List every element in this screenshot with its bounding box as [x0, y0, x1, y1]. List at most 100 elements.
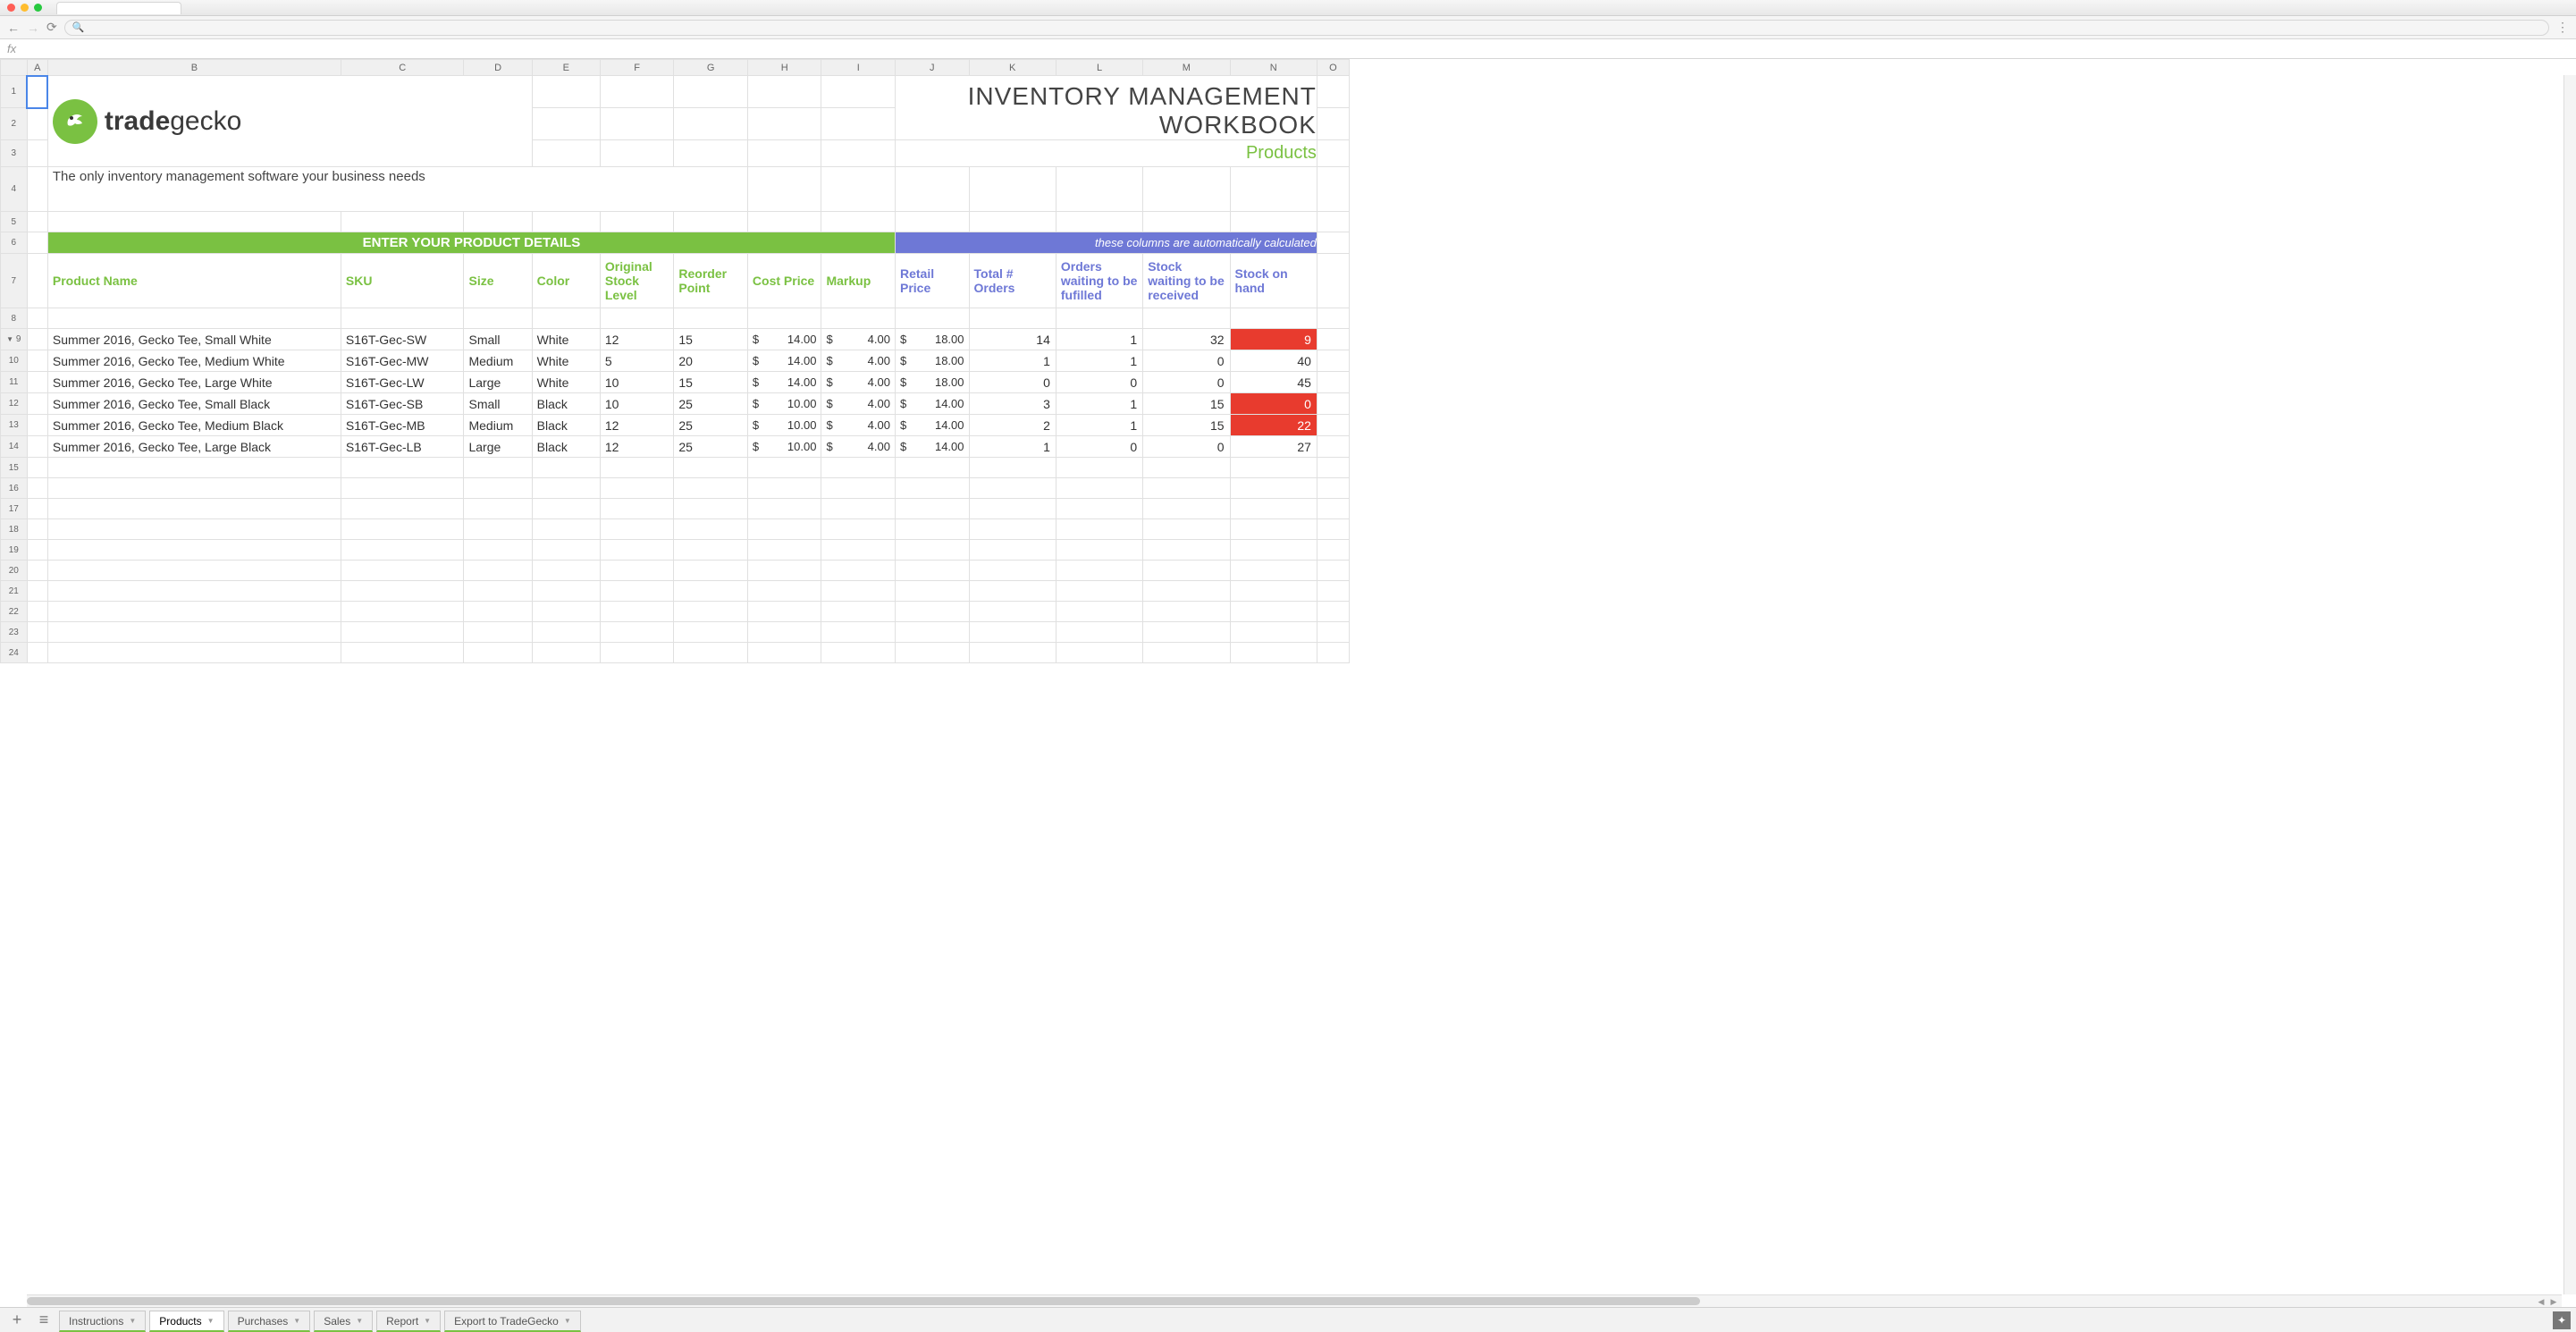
cell[interactable]: [747, 458, 821, 478]
cell[interactable]: [1317, 519, 1349, 540]
cell[interactable]: [1230, 643, 1317, 663]
cell[interactable]: [1230, 167, 1317, 212]
spreadsheet-grid[interactable]: ABCDEFGHIJKLMNO 1tradegeckoINVENTORY MAN…: [0, 59, 2576, 1307]
cell[interactable]: 0: [969, 372, 1056, 393]
cell[interactable]: $18.00: [895, 350, 969, 372]
cell[interactable]: [532, 519, 600, 540]
cell[interactable]: [341, 581, 464, 602]
cell[interactable]: [600, 478, 674, 499]
cell[interactable]: [895, 602, 969, 622]
cell[interactable]: [969, 602, 1056, 622]
cell[interactable]: [969, 478, 1056, 499]
cell[interactable]: [600, 561, 674, 581]
cell[interactable]: 0: [1056, 436, 1142, 458]
cell[interactable]: [969, 540, 1056, 561]
cell[interactable]: [747, 308, 821, 329]
maximize-icon[interactable]: [34, 4, 42, 12]
cell[interactable]: [747, 478, 821, 499]
row-header[interactable]: 2: [1, 108, 28, 140]
cell[interactable]: [1317, 458, 1349, 478]
column-header-C[interactable]: C: [341, 60, 464, 76]
cell[interactable]: [532, 108, 600, 140]
cell[interactable]: 3: [969, 393, 1056, 415]
cell[interactable]: [821, 561, 896, 581]
cell[interactable]: S16T-Gec-MW: [341, 350, 464, 372]
cell[interactable]: $10.00: [747, 436, 821, 458]
chevron-down-icon[interactable]: ▼: [424, 1317, 431, 1325]
sheet-tab[interactable]: Purchases▼: [228, 1311, 311, 1332]
cell[interactable]: [747, 499, 821, 519]
table-header[interactable]: SKU: [341, 254, 464, 308]
row-header[interactable]: 11: [1, 372, 28, 393]
cell[interactable]: [27, 350, 47, 372]
cell[interactable]: [464, 519, 532, 540]
cell[interactable]: [969, 308, 1056, 329]
cell[interactable]: [47, 602, 341, 622]
row-header[interactable]: 16: [1, 478, 28, 499]
cell[interactable]: [1143, 561, 1230, 581]
cell[interactable]: [341, 643, 464, 663]
select-all-cell[interactable]: [1, 60, 28, 76]
column-header-G[interactable]: G: [674, 60, 748, 76]
cell[interactable]: [674, 602, 748, 622]
cell[interactable]: [27, 499, 47, 519]
chevron-down-icon[interactable]: ▼: [129, 1317, 136, 1325]
back-button[interactable]: ←: [7, 21, 20, 35]
cell[interactable]: [747, 561, 821, 581]
cell[interactable]: 15: [674, 372, 748, 393]
cell[interactable]: [969, 519, 1056, 540]
cell[interactable]: [341, 622, 464, 643]
table-header[interactable]: Markup: [821, 254, 896, 308]
cell[interactable]: [1230, 212, 1317, 232]
cell[interactable]: 15: [1143, 393, 1230, 415]
column-header-E[interactable]: E: [532, 60, 600, 76]
cell[interactable]: [1317, 308, 1349, 329]
cell[interactable]: [1056, 519, 1142, 540]
cell[interactable]: [1317, 212, 1349, 232]
cell[interactable]: [1230, 622, 1317, 643]
cell[interactable]: 27: [1230, 436, 1317, 458]
cell[interactable]: [1056, 458, 1142, 478]
cell[interactable]: [674, 212, 748, 232]
cell[interactable]: 1: [1056, 350, 1142, 372]
cell[interactable]: [1056, 581, 1142, 602]
cell[interactable]: [532, 212, 600, 232]
cell[interactable]: [47, 478, 341, 499]
cell[interactable]: [821, 212, 896, 232]
cell[interactable]: [747, 76, 821, 108]
cell[interactable]: [1143, 499, 1230, 519]
row-header[interactable]: 8: [1, 308, 28, 329]
cell[interactable]: [600, 458, 674, 478]
cell[interactable]: Large: [464, 372, 532, 393]
cell[interactable]: [895, 308, 969, 329]
cell[interactable]: [464, 561, 532, 581]
cell[interactable]: [532, 478, 600, 499]
cell[interactable]: [821, 478, 896, 499]
cell[interactable]: [895, 499, 969, 519]
cell[interactable]: [1230, 519, 1317, 540]
cell[interactable]: [464, 622, 532, 643]
cell[interactable]: [1230, 540, 1317, 561]
table-header[interactable]: Stock waiting to be received: [1143, 254, 1230, 308]
cell[interactable]: [27, 167, 47, 212]
cell[interactable]: [600, 212, 674, 232]
cell[interactable]: [532, 540, 600, 561]
cell[interactable]: [47, 540, 341, 561]
row-header[interactable]: 15: [1, 458, 28, 478]
cell[interactable]: [747, 167, 821, 212]
cell[interactable]: [27, 602, 47, 622]
cell[interactable]: [1317, 393, 1349, 415]
table-header[interactable]: Reorder Point: [674, 254, 748, 308]
cell[interactable]: [464, 643, 532, 663]
cell[interactable]: 22: [1230, 415, 1317, 436]
cell[interactable]: [27, 108, 47, 140]
cell[interactable]: [821, 540, 896, 561]
cell[interactable]: [532, 458, 600, 478]
cell[interactable]: 10: [600, 393, 674, 415]
cell[interactable]: [1056, 478, 1142, 499]
cell[interactable]: [341, 478, 464, 499]
cell[interactable]: [47, 212, 341, 232]
cell[interactable]: [1317, 372, 1349, 393]
chevron-down-icon[interactable]: ▼: [356, 1317, 363, 1325]
cell[interactable]: [27, 140, 47, 167]
